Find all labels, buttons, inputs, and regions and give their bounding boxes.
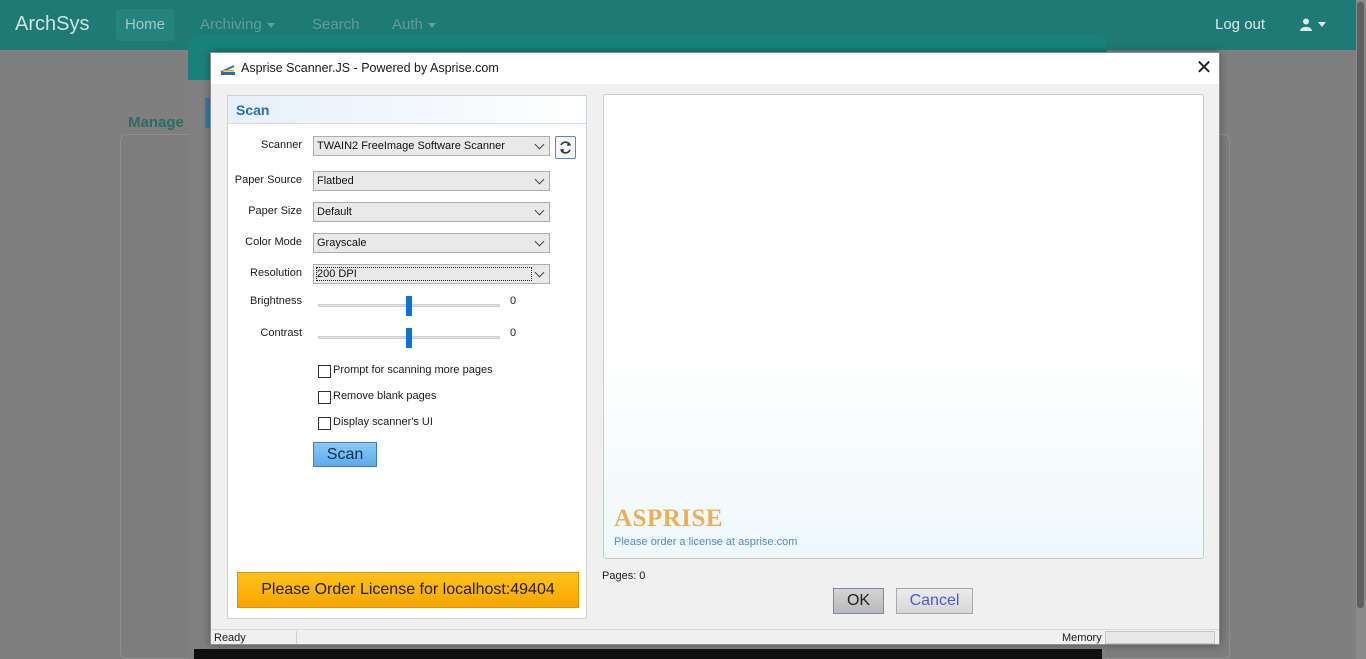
status-divider bbox=[296, 631, 297, 644]
prompt-more-pages-checkbox[interactable] bbox=[318, 365, 331, 378]
pages-count: Pages: 0 bbox=[602, 570, 646, 582]
paper-source-select[interactable]: Flatbed bbox=[313, 171, 550, 191]
background-footer-bar bbox=[194, 649, 1102, 659]
cancel-button[interactable]: Cancel bbox=[896, 588, 973, 614]
logout-link[interactable]: Log out bbox=[1215, 16, 1265, 33]
chevron-down-icon bbox=[534, 267, 545, 278]
order-license-button[interactable]: Please Order License for localhost:49404 bbox=[237, 572, 579, 608]
user-menu[interactable] bbox=[1300, 15, 1326, 32]
nav-archiving-label: Archiving bbox=[200, 16, 262, 33]
page-scrollbar-thumb[interactable] bbox=[1357, 2, 1364, 608]
dialog-titlebar[interactable]: Asprise Scanner.JS - Powered by Asprise.… bbox=[211, 53, 1219, 84]
paper-source-label: Paper Source bbox=[234, 174, 302, 186]
display-scanner-ui-checkbox[interactable] bbox=[318, 417, 331, 430]
color-mode-label: Color Mode bbox=[245, 236, 302, 248]
refresh-icon bbox=[560, 141, 571, 154]
scanner-dialog: Asprise Scanner.JS - Powered by Asprise.… bbox=[210, 52, 1220, 645]
scanner-select[interactable]: TWAIN2 FreeImage Software Scanner bbox=[313, 136, 550, 156]
chevron-down-icon bbox=[534, 174, 545, 185]
color-mode-value: Grayscale bbox=[317, 237, 367, 249]
nav-archiving[interactable]: Archiving bbox=[200, 16, 275, 33]
scan-panel-title: Scan bbox=[236, 102, 270, 118]
remove-blank-pages-label[interactable]: Remove blank pages bbox=[333, 390, 436, 402]
status-text: Ready bbox=[214, 632, 246, 644]
contrast-label: Contrast bbox=[260, 327, 302, 339]
scanner-icon bbox=[220, 65, 235, 75]
brightness-value: 0 bbox=[510, 295, 517, 307]
display-scanner-ui-label[interactable]: Display scanner's UI bbox=[333, 416, 433, 428]
paper-size-label: Paper Size bbox=[248, 205, 302, 217]
paper-source-value: Flatbed bbox=[317, 175, 354, 187]
license-note[interactable]: Please order a license at asprise.com bbox=[614, 536, 797, 548]
ok-button[interactable]: OK bbox=[833, 588, 884, 614]
resolution-label: Resolution bbox=[250, 267, 302, 279]
status-bar: Ready Memory bbox=[211, 629, 1219, 644]
prompt-more-pages-label[interactable]: Prompt for scanning more pages bbox=[333, 364, 493, 376]
dialog-title: Asprise Scanner.JS - Powered by Asprise.… bbox=[241, 61, 499, 75]
memory-label: Memory bbox=[1062, 632, 1102, 644]
chevron-down-icon bbox=[534, 205, 545, 216]
paper-size-value: Default bbox=[317, 206, 352, 218]
chevron-down-icon bbox=[534, 139, 545, 150]
brand-logo[interactable]: ArchSys bbox=[15, 13, 89, 36]
remove-blank-pages-checkbox[interactable] bbox=[318, 391, 331, 404]
nav-auth[interactable]: Auth bbox=[392, 16, 436, 33]
refresh-scanners-button[interactable] bbox=[555, 136, 576, 159]
page-heading: Manage bbox=[128, 114, 184, 131]
scanner-select-value: TWAIN2 FreeImage Software Scanner bbox=[317, 140, 505, 152]
nav-auth-label: Auth bbox=[392, 16, 423, 33]
scan-panel-header: Scan bbox=[228, 96, 586, 124]
caret-down-icon bbox=[427, 22, 436, 28]
resolution-value: 200 DPI bbox=[316, 267, 532, 281]
paper-size-select[interactable]: Default bbox=[313, 202, 550, 222]
memory-bar bbox=[1105, 631, 1215, 644]
caret-down-icon bbox=[1318, 21, 1326, 27]
scan-button[interactable]: Scan bbox=[313, 442, 377, 467]
contrast-value: 0 bbox=[510, 327, 517, 339]
nav-home[interactable]: Home bbox=[116, 9, 174, 41]
asprise-logo: ASPRISE bbox=[614, 505, 724, 532]
chevron-down-icon bbox=[534, 236, 545, 247]
contrast-slider-thumb[interactable] bbox=[406, 328, 412, 348]
scanner-label: Scanner bbox=[261, 139, 302, 151]
scan-preview-area: ASPRISE Please order a license at aspris… bbox=[603, 94, 1204, 559]
nav-search[interactable]: Search bbox=[312, 16, 360, 33]
scan-settings-panel: Scan Scanner TWAIN2 FreeImage Software S… bbox=[227, 95, 587, 619]
color-mode-select[interactable]: Grayscale bbox=[313, 233, 550, 253]
brightness-slider-thumb[interactable] bbox=[406, 296, 412, 316]
caret-down-icon bbox=[266, 22, 275, 28]
resolution-select[interactable]: 200 DPI bbox=[313, 264, 550, 284]
close-icon[interactable]: ✕ bbox=[1194, 58, 1214, 78]
brightness-label: Brightness bbox=[250, 295, 302, 307]
user-icon bbox=[1300, 18, 1312, 31]
